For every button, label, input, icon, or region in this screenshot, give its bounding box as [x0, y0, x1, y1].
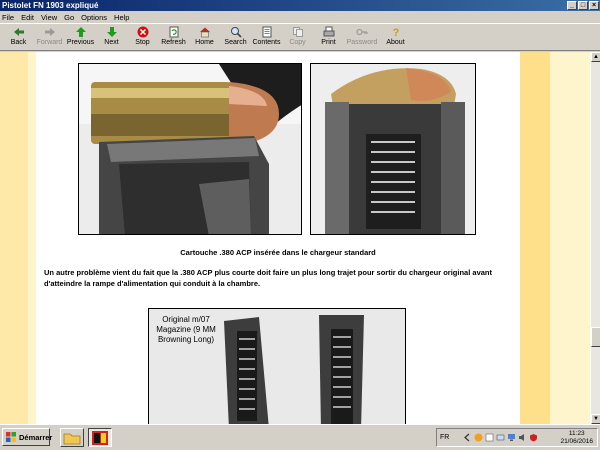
taskbar: Démarrer FR 11:23 21/06/2016 [0, 424, 600, 450]
window-title: Pistolet FN 1903 expliqué [2, 1, 99, 10]
scroll-thumb[interactable] [591, 327, 600, 347]
window-titlebar[interactable]: Pistolet FN 1903 expliqué _ □ × [0, 0, 600, 11]
next-button[interactable]: Next [96, 24, 127, 50]
right-margin-band [520, 52, 550, 424]
copy-icon [292, 26, 304, 38]
password-icon [356, 26, 368, 38]
windows-logo-icon [6, 432, 16, 442]
photo-cartridge-front [310, 63, 476, 235]
scroll-up-icon[interactable]: ▲ [591, 52, 600, 62]
contents-icon [261, 26, 273, 38]
print-button[interactable]: Print [313, 24, 344, 50]
home-button[interactable]: Home [189, 24, 220, 50]
search-button[interactable]: Search [220, 24, 251, 50]
photo-cartridge-side [78, 63, 302, 235]
previous-icon [75, 26, 87, 38]
about-icon: ? [390, 26, 402, 38]
close-button[interactable]: × [589, 1, 599, 10]
minimize-button[interactable]: _ [567, 1, 577, 10]
taskbar-explorer[interactable] [60, 428, 84, 447]
menu-view[interactable]: View [41, 13, 57, 22]
antivirus-icon[interactable] [474, 433, 483, 442]
maximize-button[interactable]: □ [578, 1, 588, 10]
magazine-label: Original m/07 Magazine (9 MM Browning Lo… [156, 315, 216, 344]
menu-file[interactable]: File [2, 13, 14, 22]
back-button[interactable]: Back [3, 24, 34, 50]
home-icon [199, 26, 211, 38]
taskbar-help-viewer[interactable] [88, 428, 112, 447]
document-viewport[interactable]: Cartouche .380 ACP insérée dans le charg… [0, 52, 590, 424]
help-viewer-app-icon [92, 430, 108, 445]
svg-text:?: ? [392, 27, 399, 38]
scroll-down-icon[interactable]: ▼ [591, 414, 600, 424]
clock[interactable]: 11:23 21/06/2016 [560, 430, 593, 446]
stop-label: Stop [135, 39, 150, 46]
flag-icon[interactable] [485, 433, 494, 442]
right-margin [550, 52, 590, 424]
stop-button[interactable]: Stop [127, 24, 158, 50]
stop-icon [137, 26, 149, 38]
menu-bar: File Edit View Go Options Help [0, 11, 600, 23]
left-margin-band [0, 52, 28, 424]
next-icon [106, 26, 118, 38]
system-tray: FR 11:23 21/06/2016 [436, 428, 598, 447]
back-label: Back [10, 39, 27, 46]
search-icon [230, 26, 242, 38]
home-label: Home [195, 39, 214, 46]
menu-options[interactable]: Options [81, 13, 107, 22]
toolbar: Back Forward Previous Next Stop Refresh … [0, 23, 600, 51]
language-indicator[interactable]: FR [440, 434, 449, 441]
password-button[interactable]: Password [344, 24, 380, 50]
shield-icon[interactable] [529, 433, 538, 442]
photo-caption: Cartouche .380 ACP insérée dans le charg… [180, 248, 376, 257]
menu-edit[interactable]: Edit [21, 13, 34, 22]
start-button[interactable]: Démarrer [2, 428, 53, 446]
refresh-button[interactable]: Refresh [158, 24, 189, 50]
about-label: About [386, 39, 405, 46]
print-label: Print [321, 39, 336, 46]
back-arrow-icon [13, 26, 25, 38]
page-content: Cartouche .380 ACP insérée dans le charg… [36, 52, 520, 424]
forward-button[interactable]: Forward [34, 24, 65, 50]
about-button[interactable]: ? About [380, 24, 411, 50]
previous-label: Previous [66, 39, 95, 46]
clock-time: 11:23 [568, 430, 585, 437]
print-icon [323, 26, 335, 38]
folder-icon [63, 433, 81, 444]
refresh-label: Refresh [161, 39, 186, 46]
volume-icon[interactable] [518, 433, 527, 442]
refresh-icon [168, 26, 180, 38]
display-icon[interactable] [507, 433, 516, 442]
menu-go[interactable]: Go [64, 13, 74, 22]
copy-button[interactable]: Copy [282, 24, 313, 50]
chevron-left-icon[interactable] [463, 433, 472, 442]
search-label: Search [224, 39, 247, 46]
contents-button[interactable]: Contents [251, 24, 282, 50]
forward-arrow-icon [44, 26, 56, 38]
forward-label: Forward [36, 39, 63, 46]
next-label: Next [104, 39, 119, 46]
network-icon[interactable] [496, 433, 505, 442]
password-label: Password [346, 39, 378, 46]
vertical-scrollbar[interactable]: ▲ ▼ [590, 52, 600, 424]
menu-help[interactable]: Help [114, 13, 129, 22]
copy-label: Copy [289, 39, 306, 46]
photo-original-magazine: Original m/07 Magazine (9 MM Browning Lo… [148, 308, 406, 424]
clock-date: 21/06/2016 [560, 438, 593, 445]
contents-label: Contents [252, 39, 281, 46]
start-label: Démarrer [19, 432, 53, 442]
previous-button[interactable]: Previous [65, 24, 96, 50]
body-paragraph: Un autre problème vient du fait que la .… [44, 268, 492, 288]
